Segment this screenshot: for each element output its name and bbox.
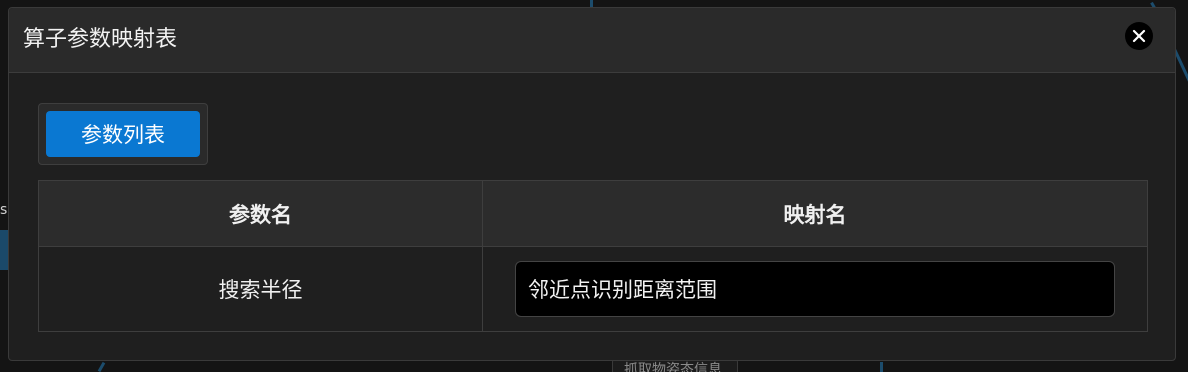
table-row: 搜索半径 [39, 247, 1147, 331]
parameter-mapping-table: 参数名 映射名 搜索半径 [38, 180, 1148, 332]
connector-line [880, 362, 883, 372]
column-header-param-name: 参数名 [39, 181, 483, 246]
dialog-header: 算子参数映射表 [9, 8, 1175, 73]
parameter-mapping-dialog: 算子参数映射表 参数列表 参数名 映射名 搜索半径 [8, 7, 1176, 361]
mapping-name-cell [483, 247, 1147, 331]
connector-line [97, 361, 106, 372]
tab-bar: 参数列表 [38, 103, 208, 165]
close-icon [1132, 29, 1146, 43]
close-button[interactable] [1125, 22, 1153, 50]
connector-line [0, 230, 8, 270]
param-name-cell: 搜索半径 [39, 247, 483, 331]
edge-text: s [0, 202, 8, 218]
mapping-name-input[interactable] [515, 261, 1115, 317]
tab-parameter-list[interactable]: 参数列表 [46, 111, 200, 157]
column-header-mapping-name: 映射名 [783, 202, 847, 227]
table-header: 参数名 映射名 [39, 181, 1147, 247]
dialog-title: 算子参数映射表 [23, 27, 178, 52]
